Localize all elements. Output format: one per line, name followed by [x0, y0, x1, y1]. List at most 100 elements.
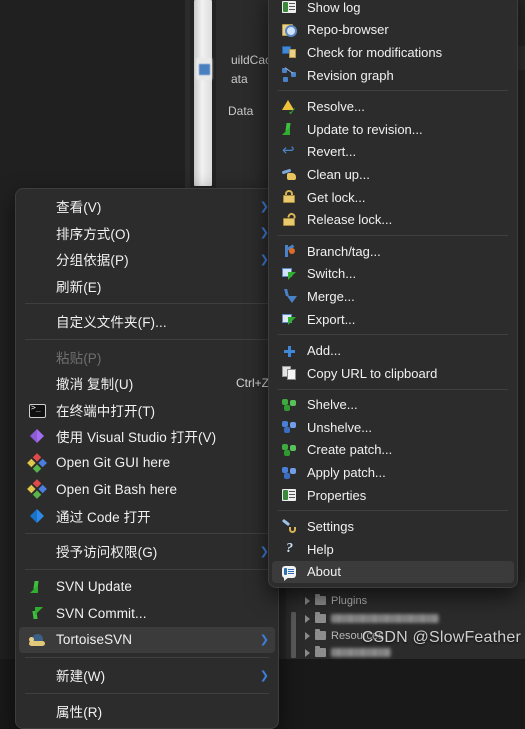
menu-item-label: 排序方式(O): [56, 226, 131, 242]
menu-item-open-git-gui[interactable]: Open Git GUI here: [19, 450, 275, 477]
submenu-item-help[interactable]: ? Help: [272, 538, 514, 561]
submenu-item-get-lock[interactable]: Get lock...: [272, 186, 514, 209]
file-icon-badge: [199, 64, 210, 75]
menu-item-svn-commit[interactable]: SVN Commit...: [19, 600, 275, 627]
merge-icon: [280, 288, 298, 304]
menu-item-view[interactable]: 查看(V) ❯: [19, 193, 275, 220]
submenu-separator: [278, 334, 508, 336]
release-lock-icon: [280, 211, 298, 228]
submenu-item-label: Show log: [307, 0, 361, 15]
submenu-item-label: Get lock...: [307, 189, 366, 205]
copy-url-icon: [280, 365, 298, 381]
no-icon: [28, 313, 46, 329]
submenu-item-label: Apply patch...: [307, 465, 386, 481]
submenu-item-label: Switch...: [307, 266, 357, 282]
menu-item-open-visual-studio[interactable]: 使用 Visual Studio 打开(V): [19, 423, 275, 450]
menu-item-accelerator: Ctrl+Z: [236, 376, 269, 391]
menu-item-sort-by[interactable]: 排序方式(O) ❯: [19, 220, 275, 247]
submenu-item-unshelve[interactable]: Unshelve...: [272, 416, 514, 439]
chevron-right-icon[interactable]: [305, 631, 310, 640]
explorer-scrollbar-thumb[interactable]: [194, 0, 212, 186]
bg-file-label-2: Data: [228, 104, 254, 118]
chevron-right-icon[interactable]: [305, 614, 310, 623]
tree-item-label-blurred: [331, 648, 391, 657]
submenu-item-resolve[interactable]: Resolve...: [272, 95, 514, 118]
submenu-item-merge[interactable]: Merge...: [272, 285, 514, 308]
submenu-item-shelve[interactable]: Shelve...: [272, 394, 514, 417]
menu-item-label: 粘贴(P): [56, 350, 102, 366]
no-icon: [28, 251, 46, 267]
chevron-right-icon[interactable]: [305, 596, 310, 605]
menu-item-tortoisesvn[interactable]: TortoiseSVN ❯: [19, 626, 275, 653]
submenu-item-copy-url-to-clipboard[interactable]: Copy URL to clipboard: [272, 362, 514, 385]
submenu-item-label: Create patch...: [307, 442, 393, 458]
explorer-context-menu[interactable]: 查看(V) ❯ 排序方式(O) ❯ 分组依据(P) ❯ 刷新(E) 自定义文件夹…: [15, 188, 279, 729]
submenu-item-add[interactable]: Add...: [272, 339, 514, 362]
menu-item-open-git-bash[interactable]: Open Git Bash here: [19, 476, 275, 503]
chevron-right-icon: ❯: [259, 633, 269, 647]
submenu-item-switch[interactable]: Switch...: [272, 263, 514, 286]
menu-item-new[interactable]: 新建(W) ❯: [19, 662, 275, 689]
clean-up-icon: [280, 166, 298, 182]
submenu-item-clean-up[interactable]: Clean up...: [272, 163, 514, 186]
submenu-item-revision-graph[interactable]: Revision graph: [272, 64, 514, 87]
submenu-item-about[interactable]: About: [272, 560, 514, 584]
submenu-item-settings[interactable]: Settings: [272, 515, 514, 538]
menu-item-customize-folder[interactable]: 自定义文件夹(F)...: [19, 308, 275, 335]
chevron-right-icon: ❯: [259, 668, 269, 682]
submenu-item-export[interactable]: Export...: [272, 308, 514, 331]
bg-file-label-1: ata: [231, 72, 248, 86]
check-modifications-icon: [280, 44, 298, 60]
submenu-item-label: Help: [307, 541, 334, 557]
no-icon: [28, 543, 46, 559]
tree-row[interactable]: Plugins: [305, 593, 367, 608]
submenu-item-label: Merge...: [307, 288, 355, 304]
menu-separator: [25, 568, 269, 570]
menu-item-label: SVN Update: [56, 579, 133, 595]
properties-icon: [280, 487, 298, 503]
menu-item-label: 分组依据(P): [56, 253, 129, 269]
menu-item-properties[interactable]: 属性(R): [19, 698, 275, 725]
submenu-item-repo-browser[interactable]: Repo-browser: [272, 19, 514, 42]
submenu-item-label: Update to revision...: [307, 121, 423, 137]
menu-item-label: 刷新(E): [56, 279, 102, 295]
tortoisesvn-submenu[interactable]: Show log Repo-browser Check for modifica…: [268, 0, 518, 589]
submenu-separator: [278, 234, 508, 236]
submenu-item-update-to-revision[interactable]: Update to revision...: [272, 118, 514, 141]
submenu-item-properties[interactable]: Properties: [272, 484, 514, 507]
menu-item-undo-copy[interactable]: 撤消 复制(U) Ctrl+Z: [19, 370, 275, 397]
submenu-item-label: Release lock...: [307, 212, 393, 228]
tree-scrollbar-thumb[interactable]: [291, 612, 296, 658]
update-to-revision-icon: [280, 121, 298, 137]
menu-item-open-with-code[interactable]: 通过 Code 打开: [19, 503, 275, 530]
vscode-icon: [28, 508, 46, 524]
submenu-item-label: Check for modifications: [307, 44, 443, 60]
tree-item-label: Plugins: [331, 594, 368, 607]
submenu-item-create-patch[interactable]: Create patch...: [272, 439, 514, 462]
submenu-item-label: Resolve...: [307, 99, 365, 115]
tree-row[interactable]: [305, 611, 439, 626]
menu-item-label: 通过 Code 打开: [56, 509, 151, 525]
chevron-right-icon[interactable]: [305, 648, 310, 657]
menu-item-label: 查看(V): [56, 200, 102, 216]
submenu-item-label: Revision graph: [307, 67, 394, 83]
visual-studio-icon: [28, 428, 46, 444]
menu-item-open-in-terminal[interactable]: 在终端中打开(T): [19, 397, 275, 424]
submenu-item-label: Settings: [307, 519, 354, 535]
submenu-item-check-for-modifications[interactable]: Check for modifications: [272, 41, 514, 64]
branch-tag-icon: [280, 243, 298, 259]
menu-item-refresh[interactable]: 刷新(E): [19, 273, 275, 300]
tree-item-label-blurred: [331, 614, 439, 623]
submenu-item-revert[interactable]: Revert...: [272, 141, 514, 164]
no-icon: [28, 667, 46, 683]
shelve-icon: [280, 397, 298, 413]
bg-file-label-0: uildCac: [231, 53, 272, 67]
menu-item-give-access-to[interactable]: 授予访问权限(G) ❯: [19, 538, 275, 565]
submenu-item-release-lock[interactable]: Release lock...: [272, 208, 514, 231]
submenu-item-branch-tag[interactable]: Branch/tag...: [272, 240, 514, 263]
tree-row[interactable]: [305, 645, 391, 660]
submenu-item-apply-patch[interactable]: Apply patch...: [272, 461, 514, 484]
submenu-item-show-log[interactable]: Show log: [272, 0, 514, 19]
menu-item-group-by[interactable]: 分组依据(P) ❯: [19, 246, 275, 273]
menu-item-svn-update[interactable]: SVN Update: [19, 574, 275, 601]
